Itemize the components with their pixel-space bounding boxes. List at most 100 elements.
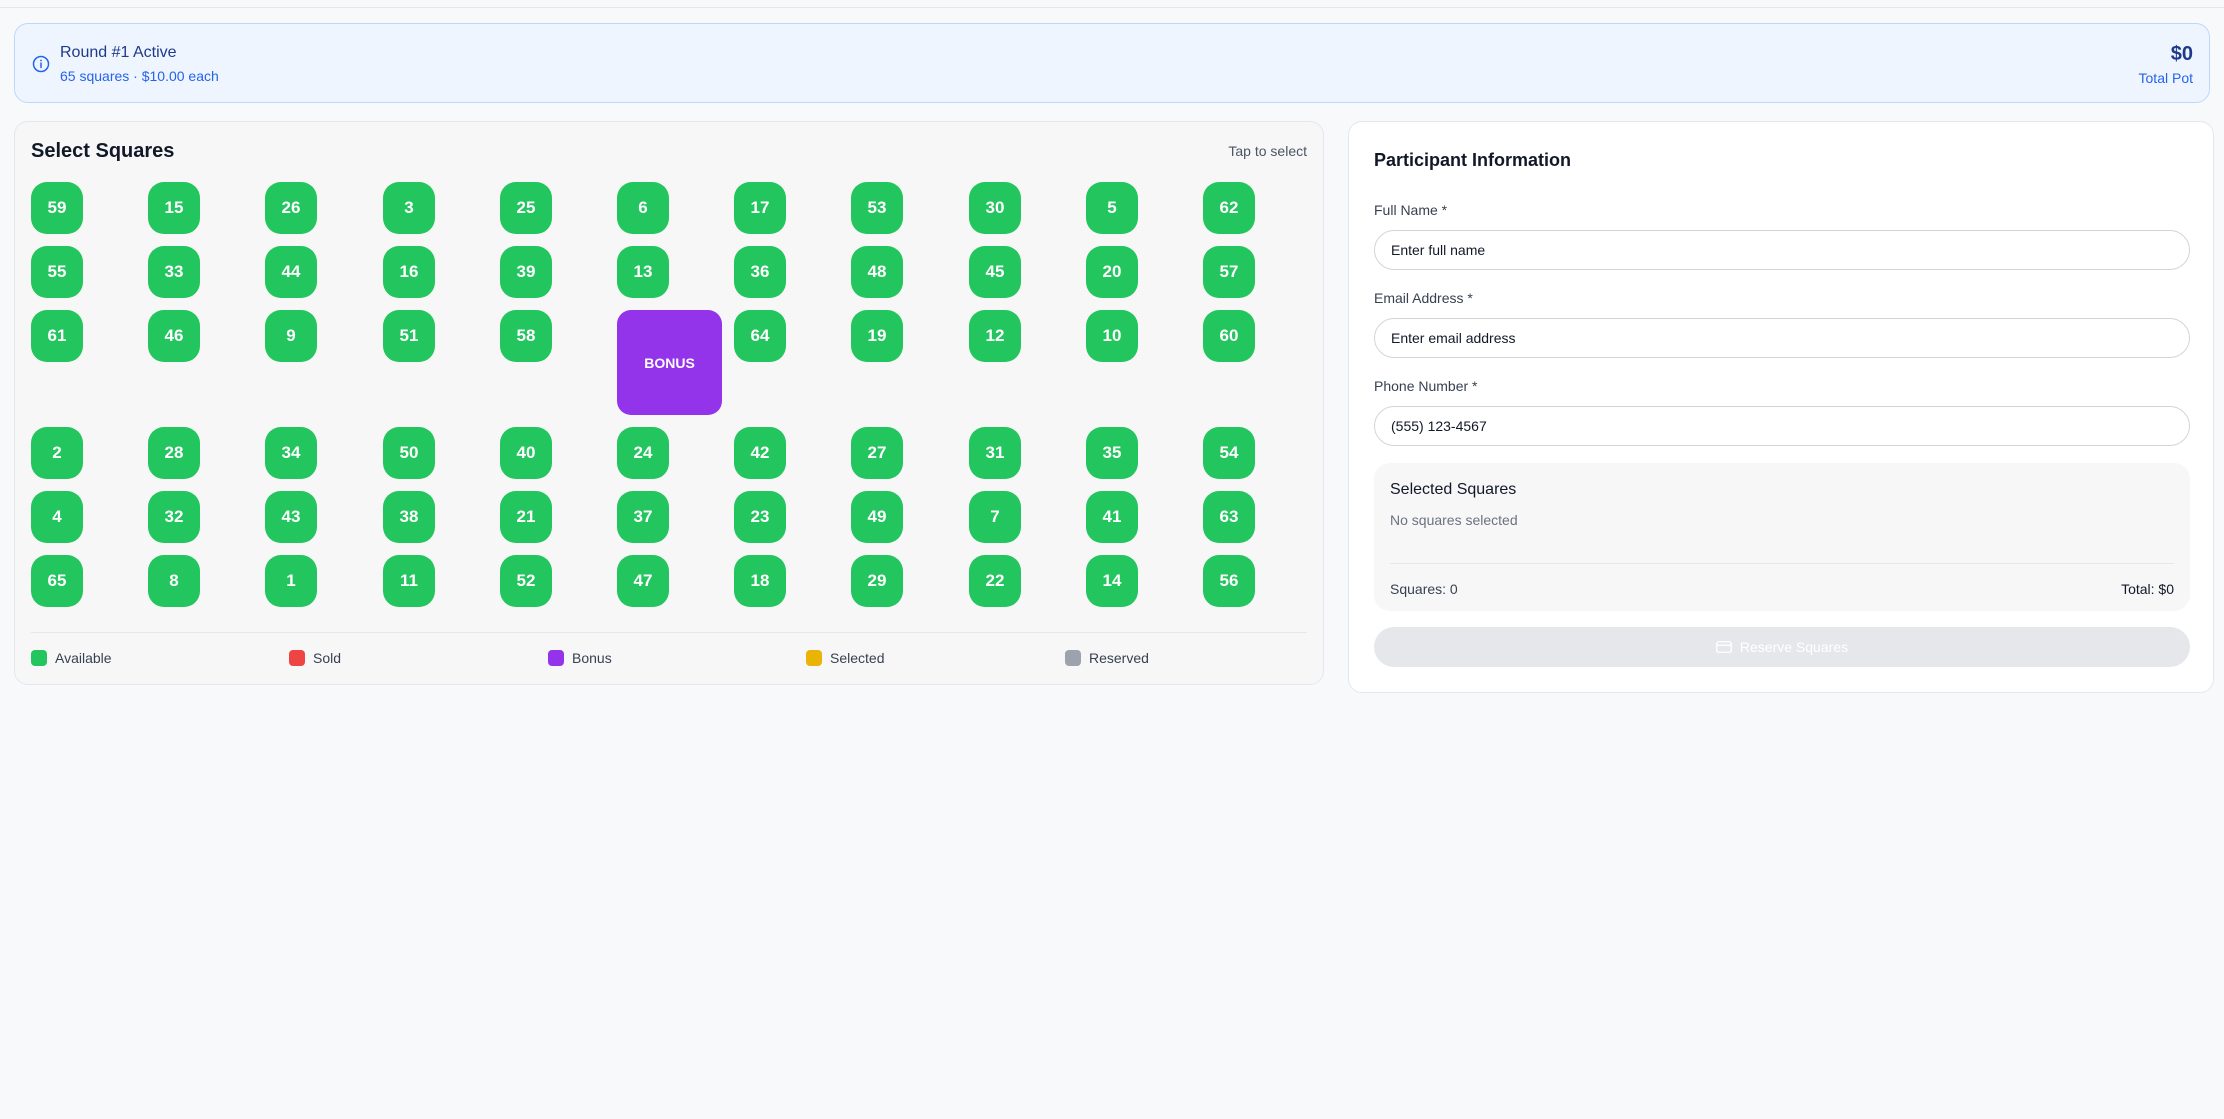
reserve-squares-label: Reserve Squares: [1739, 639, 1849, 655]
tap-to-select-hint: Tap to select: [1228, 143, 1307, 159]
square-36[interactable]: 36: [734, 246, 786, 298]
round-banner: Round #1 Active 65 squares · $10.00 each…: [14, 23, 2210, 103]
square-28[interactable]: 28: [148, 427, 200, 479]
legend-label: Available: [55, 650, 112, 666]
square-12[interactable]: 12: [969, 310, 1021, 362]
legend-item-bonus: Bonus: [548, 650, 612, 666]
legend-item-sold: Sold: [289, 650, 341, 666]
square-40[interactable]: 40: [500, 427, 552, 479]
square-32[interactable]: 32: [148, 491, 200, 543]
summary-divider: [1390, 563, 2174, 564]
square-13[interactable]: 13: [617, 246, 669, 298]
square-16[interactable]: 16: [383, 246, 435, 298]
square-21[interactable]: 21: [500, 491, 552, 543]
square-44[interactable]: 44: [265, 246, 317, 298]
square-8[interactable]: 8: [148, 555, 200, 607]
email-input[interactable]: [1374, 318, 2190, 358]
phone-label: Phone Number *: [1374, 378, 1478, 394]
legend-swatch: [31, 650, 47, 666]
square-24[interactable]: 24: [617, 427, 669, 479]
square-50[interactable]: 50: [383, 427, 435, 479]
square-57[interactable]: 57: [1203, 246, 1255, 298]
square-26[interactable]: 26: [265, 182, 317, 234]
phone-input[interactable]: [1374, 406, 2190, 446]
legend-label: Sold: [313, 650, 342, 666]
select-squares-card: Select Squares Tap to select 59 15 26 3 25 6 1…: [14, 121, 1324, 685]
square-63[interactable]: 63: [1203, 491, 1255, 543]
square-41[interactable]: 41: [1086, 491, 1138, 543]
square-55[interactable]: 55: [31, 246, 83, 298]
full-name-input[interactable]: [1374, 230, 2190, 270]
square-53[interactable]: 53: [851, 182, 903, 234]
total-pot-label: Total Pot: [2138, 70, 2193, 86]
square-43[interactable]: 43: [265, 491, 317, 543]
square-37[interactable]: 37: [617, 491, 669, 543]
legend-swatch: [1065, 650, 1081, 666]
square-6[interactable]: 6: [617, 182, 669, 234]
round-title: Round #1 Active: [60, 44, 177, 61]
square-35[interactable]: 35: [1086, 427, 1138, 479]
square-14[interactable]: 14: [1086, 555, 1138, 607]
square-4[interactable]: 4: [31, 491, 83, 543]
square-42[interactable]: 42: [734, 427, 786, 479]
square-5[interactable]: 5: [1086, 182, 1138, 234]
legend-item-selected: Selected: [806, 650, 884, 666]
total-amount: Total: $0: [2121, 581, 2174, 597]
square-31[interactable]: 31: [969, 427, 1021, 479]
legend-item-available: Available: [31, 650, 112, 666]
square-22[interactable]: 22: [969, 555, 1021, 607]
square-51[interactable]: 51: [383, 310, 435, 362]
reserve-squares-button[interactable]: Reserve Squares: [1374, 627, 2190, 667]
squares-grid: 59 15 26 3 25 6 17 53 30 5 62 55 33 44 16 39 13 36 48 45 20 5…: [31, 182, 1311, 607]
info-icon: [32, 55, 50, 73]
square-18[interactable]: 18: [734, 555, 786, 607]
square-48[interactable]: 48: [851, 246, 903, 298]
participant-info-title: Participant Information: [1374, 150, 1572, 170]
square-47[interactable]: 47: [617, 555, 669, 607]
square-7[interactable]: 7: [969, 491, 1021, 543]
legend-divider: [31, 632, 1307, 633]
square-11[interactable]: 11: [383, 555, 435, 607]
square-2[interactable]: 2: [31, 427, 83, 479]
square-65[interactable]: 65: [31, 555, 83, 607]
legend-item-reserved: Reserved: [1065, 650, 1149, 666]
square-27[interactable]: 27: [851, 427, 903, 479]
square-30[interactable]: 30: [969, 182, 1021, 234]
square-61[interactable]: 61: [31, 310, 83, 362]
square-49[interactable]: 49: [851, 491, 903, 543]
legend-label: Selected: [830, 650, 885, 666]
bonus-square[interactable]: BONUS: [617, 310, 722, 415]
square-64[interactable]: 64: [734, 310, 786, 362]
square-15[interactable]: 15: [148, 182, 200, 234]
square-45[interactable]: 45: [969, 246, 1021, 298]
square-9[interactable]: 9: [265, 310, 317, 362]
square-23[interactable]: 23: [734, 491, 786, 543]
total-pot-amount: $0: [2170, 43, 2193, 65]
square-59[interactable]: 59: [31, 182, 83, 234]
legend-label: Bonus: [572, 650, 612, 666]
square-34[interactable]: 34: [265, 427, 317, 479]
square-58[interactable]: 58: [500, 310, 552, 362]
card-icon: [1716, 641, 1732, 653]
square-56[interactable]: 56: [1203, 555, 1255, 607]
round-subtitle: 65 squares · $10.00 each: [60, 68, 219, 84]
square-54[interactable]: 54: [1203, 427, 1255, 479]
square-20[interactable]: 20: [1086, 246, 1138, 298]
email-label: Email Address *: [1374, 290, 1473, 306]
square-33[interactable]: 33: [148, 246, 200, 298]
legend-swatch: [806, 650, 822, 666]
square-1[interactable]: 1: [265, 555, 317, 607]
square-10[interactable]: 10: [1086, 310, 1138, 362]
square-19[interactable]: 19: [851, 310, 903, 362]
square-52[interactable]: 52: [500, 555, 552, 607]
square-17[interactable]: 17: [734, 182, 786, 234]
square-46[interactable]: 46: [148, 310, 200, 362]
square-3[interactable]: 3: [383, 182, 435, 234]
square-60[interactable]: 60: [1203, 310, 1255, 362]
square-62[interactable]: 62: [1203, 182, 1255, 234]
square-25[interactable]: 25: [500, 182, 552, 234]
select-squares-title: Select Squares: [31, 140, 175, 162]
square-39[interactable]: 39: [500, 246, 552, 298]
square-29[interactable]: 29: [851, 555, 903, 607]
square-38[interactable]: 38: [383, 491, 435, 543]
